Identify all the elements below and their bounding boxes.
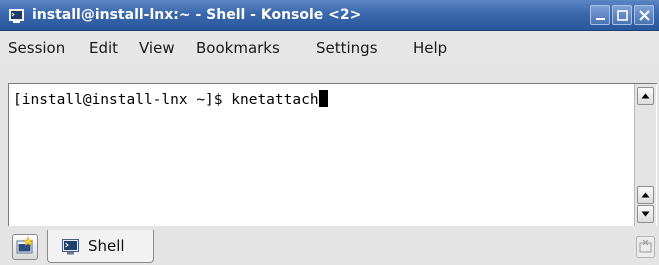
menu-bookmarks[interactable]: Bookmarks <box>196 39 280 57</box>
konsole-terminal-icon <box>9 8 24 23</box>
menu-settings[interactable]: Settings <box>316 39 378 57</box>
text-cursor <box>318 90 328 107</box>
tab-shell[interactable]: Shell <box>47 230 154 263</box>
scroll-up-button[interactable] <box>637 87 654 105</box>
new-tab-icon <box>16 236 34 254</box>
scroll-up-button-lower[interactable] <box>637 186 654 204</box>
close-tab-button[interactable] <box>636 236 655 258</box>
close-tab-icon <box>636 236 655 258</box>
terminal-command: knetattach <box>231 92 319 108</box>
vertical-scrollbar[interactable] <box>634 84 656 226</box>
scroll-down-button[interactable] <box>637 205 654 223</box>
scroll-track[interactable] <box>637 107 654 184</box>
menu-view[interactable]: View <box>139 39 175 57</box>
terminal-icon <box>62 239 79 259</box>
minimize-button[interactable] <box>590 5 610 25</box>
maximize-button[interactable] <box>612 5 632 25</box>
menu-edit[interactable]: Edit <box>89 39 118 57</box>
terminal-area[interactable]: [install@install-lnx ~]$ knetattach <box>9 84 634 226</box>
title-bar[interactable]: install@install-lnx:~ - Shell - Konsole … <box>0 0 659 31</box>
tab-bar: Shell <box>0 226 659 265</box>
tab-label: Shell <box>88 237 125 255</box>
terminal-line: [install@install-lnx ~]$ knetattach <box>13 90 328 108</box>
menu-help[interactable]: Help <box>413 39 447 57</box>
menu-session[interactable]: Session <box>8 39 65 57</box>
close-window-button[interactable] <box>634 5 654 25</box>
new-tab-button[interactable] <box>12 234 38 260</box>
konsole-window: install@install-lnx:~ - Shell - Konsole … <box>0 0 659 265</box>
terminal-prompt: [install@install-lnx ~]$ <box>13 92 232 108</box>
window-title: install@install-lnx:~ - Shell - Konsole … <box>32 7 362 23</box>
menu-bar: Session Edit View Bookmarks Settings Hel… <box>0 31 659 64</box>
